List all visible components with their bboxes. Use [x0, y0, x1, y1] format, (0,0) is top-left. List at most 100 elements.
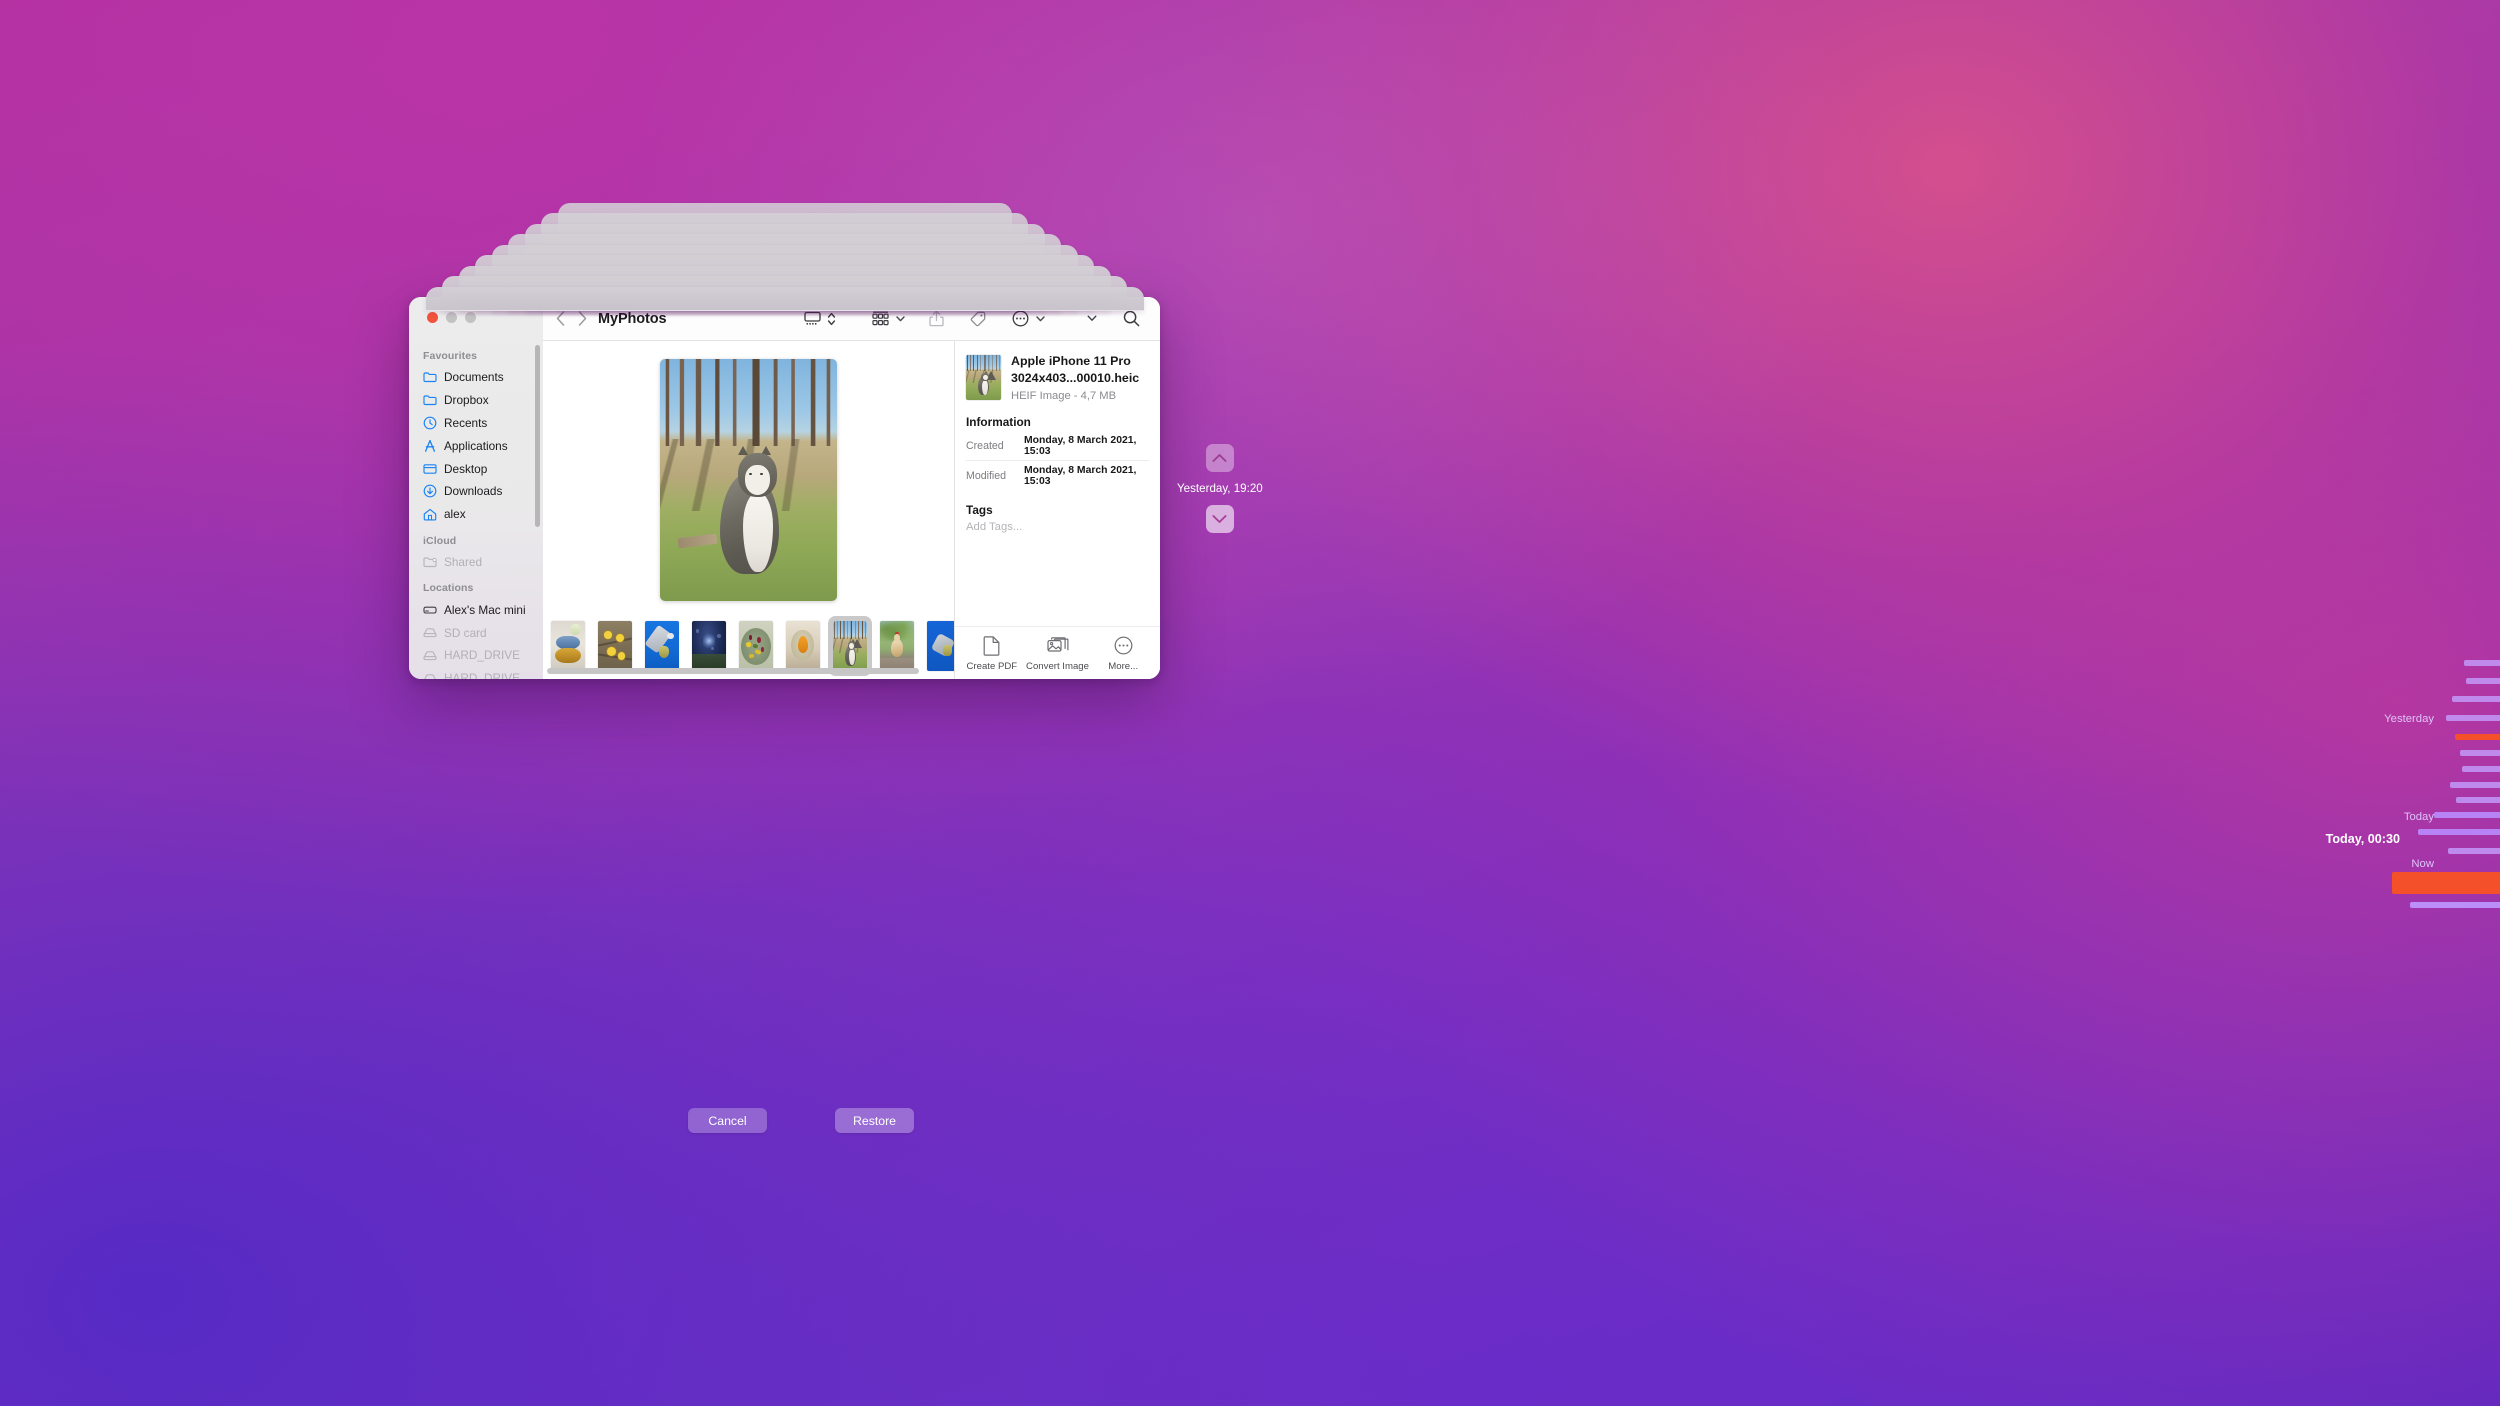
chevron-down-icon[interactable] [896, 315, 905, 322]
timeline-bar[interactable] [2446, 715, 2500, 721]
home-icon [423, 507, 437, 521]
close-button[interactable] [427, 312, 438, 323]
horizontal-scrollbar-thumb[interactable] [547, 668, 919, 674]
window-body: Favourites Documents Dropbox Recents Applica… [409, 297, 1160, 679]
timeline-bar[interactable] [2462, 766, 2500, 772]
sidebar-item-label: Alex's Mac mini [444, 602, 526, 617]
chicken-thumbnail[interactable] [880, 621, 914, 671]
sidebar-item-alex[interactable]: alex [409, 503, 543, 526]
file-name: Apple iPhone 11 Pro 3024x403...00010.hei… [1011, 354, 1140, 386]
info-actions: Create PDF Convert Image More... [955, 625, 1160, 679]
tags-heading: Tags [966, 503, 993, 518]
sidebar-scrollbar[interactable] [535, 345, 540, 527]
sidebar-item-downloads[interactable]: Downloads [409, 480, 543, 503]
timeline-bar[interactable] [2460, 750, 2500, 756]
timemachine-timeline[interactable]: Yesterday Today Today, 00:30 Now [2240, 0, 2500, 1406]
blue-tool-2-thumbnail[interactable] [927, 621, 954, 671]
share-icon[interactable] [923, 310, 950, 327]
daffodils-thumbnail[interactable] [598, 621, 632, 671]
sidebar-item-recents[interactable]: Recents [409, 412, 543, 435]
timeline-bar[interactable] [2418, 829, 2500, 835]
tag-icon[interactable] [964, 311, 992, 327]
night-sky-thumbnail[interactable] [692, 621, 726, 671]
timeline-bar[interactable] [2452, 696, 2500, 702]
timeline-bar[interactable] [2456, 797, 2500, 803]
chevron-down-icon[interactable] [1036, 315, 1045, 322]
timeline-bar[interactable] [2464, 660, 2500, 666]
timemachine-navigation: Yesterday, 19:20 [1177, 444, 1263, 533]
convert-image-button[interactable]: Convert Image [1025, 636, 1091, 672]
salad-plate-thumbnail[interactable] [739, 621, 773, 671]
disk-icon [423, 648, 437, 662]
traffic-lights [427, 312, 476, 323]
cancel-button[interactable]: Cancel [688, 1108, 767, 1133]
chevron-left-icon[interactable] [556, 311, 565, 326]
search-icon[interactable] [1117, 310, 1146, 327]
sidebar-item-alex-s-mac-mini[interactable]: Alex's Mac mini [409, 598, 543, 621]
pumpkin-slice-thumbnail[interactable] [786, 621, 820, 671]
horizontal-scrollbar-track[interactable] [543, 667, 954, 675]
cat-in-woods-thumbnail[interactable] [833, 621, 867, 671]
blue-tool-thumbnail[interactable] [645, 621, 679, 671]
info-row-key: Modified [966, 469, 1007, 482]
more-button[interactable]: More... [1090, 636, 1156, 672]
document-icon [983, 635, 1000, 656]
info-header: Apple iPhone 11 Pro 3024x403...00010.hei… [966, 353, 1149, 402]
chevron-up-icon[interactable] [1205, 444, 1234, 472]
action-label: Create PDF [966, 660, 1018, 672]
finder-window[interactable]: Favourites Documents Dropbox Recents Applica… [409, 297, 1160, 679]
information-rows: Created Monday, 8 March 2021, 15:03 Modifi… [966, 431, 1149, 490]
desktop-sheen [0, 0, 2500, 1406]
timeline-bar[interactable] [2410, 902, 2500, 908]
create-pdf-button[interactable]: Create PDF [959, 635, 1025, 672]
sidebar-item-label: Downloads [444, 484, 503, 499]
sidebar-item-dropbox[interactable]: Dropbox [409, 389, 543, 412]
sidebar-item-hard-drive[interactable]: HARD_DRIVE [409, 644, 543, 667]
applications-icon [423, 439, 437, 453]
chevron-right-icon[interactable] [578, 311, 587, 326]
minimize-button[interactable] [446, 312, 457, 323]
sidebar-item-sd-card[interactable]: SD card [409, 621, 543, 644]
timeline-bar[interactable] [2434, 812, 2500, 818]
info-row-value: Monday, 8 March 2021, 15:03 [1024, 434, 1137, 457]
download-icon [423, 484, 437, 498]
file-meta: HEIF Image - 4,7 MB [1011, 390, 1117, 403]
timeline-bar-highlighted[interactable] [2392, 872, 2500, 894]
sidebar-item-label: Shared [444, 554, 483, 569]
sidebar-scroll-area[interactable]: Favourites Documents Dropbox Recents Applica… [409, 341, 543, 679]
overflow-chevron-icon[interactable] [1081, 315, 1103, 322]
sidebar-item-applications[interactable]: Applications [409, 434, 543, 457]
timeline-label: Today, 00:30 [2325, 832, 2400, 846]
clock-icon [423, 416, 437, 430]
restore-button[interactable]: Restore [835, 1108, 914, 1133]
info-row: Modified Monday, 8 March 2021, 15:03 [966, 460, 1149, 490]
timeline-bar[interactable] [2448, 848, 2500, 854]
information-heading: Information [966, 415, 1031, 430]
updown-chevron-icon[interactable] [827, 311, 836, 327]
zoom-button[interactable] [465, 312, 476, 323]
preview-pane [543, 341, 954, 679]
ellipsis-circle-icon [1114, 636, 1133, 656]
content-row: Apple iPhone 11 Pro 3024x403...00010.hei… [543, 341, 1160, 679]
hero-photo[interactable] [660, 359, 837, 601]
folder-icon [423, 370, 437, 384]
timeline-bar-highlighted[interactable] [2455, 734, 2500, 740]
info-panel: Apple iPhone 11 Pro 3024x403...00010.hei… [954, 341, 1160, 679]
group-by-icon[interactable] [866, 311, 911, 327]
chevron-down-icon[interactable] [1205, 505, 1234, 533]
sidebar-item-hard-drive[interactable]: HARD_DRIVE [409, 667, 543, 679]
sidebar-item-documents[interactable]: Documents [409, 366, 543, 389]
macarons-thumbnail[interactable] [551, 621, 585, 671]
timeline-label: Yesterday [2384, 713, 2434, 725]
sidebar-item-label: Dropbox [444, 393, 489, 408]
gallery-view-icon[interactable] [798, 311, 842, 327]
ellipsis-circle-icon[interactable] [1006, 310, 1051, 327]
folder-icon [423, 393, 437, 407]
sidebar-item-shared[interactable]: Shared [409, 551, 543, 574]
navigation-arrows [556, 311, 587, 326]
snapshot-layer[interactable] [425, 286, 1144, 311]
sidebar-item-desktop[interactable]: Desktop [409, 457, 543, 480]
add-tags-field[interactable]: Add Tags... [966, 521, 1149, 533]
timeline-bar[interactable] [2450, 782, 2500, 788]
timeline-bar[interactable] [2466, 678, 2500, 684]
